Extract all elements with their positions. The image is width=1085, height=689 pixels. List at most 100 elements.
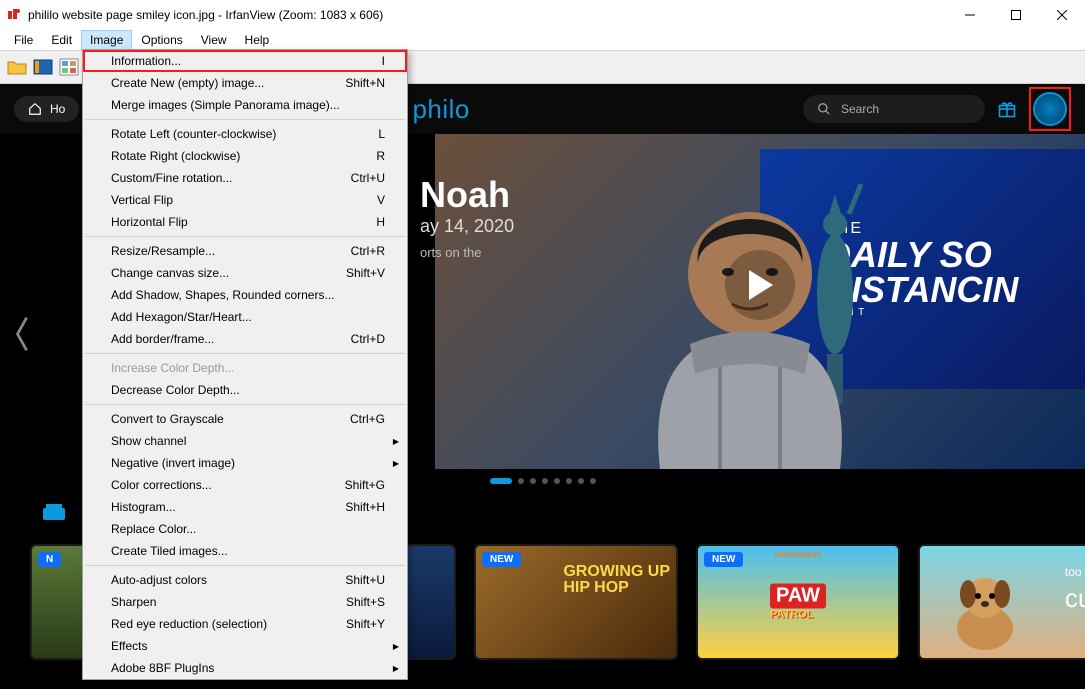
menu-item-add-border-frame[interactable]: Add border/frame...Ctrl+D <box>83 328 407 350</box>
menu-item-label: Color corrections... <box>111 478 345 492</box>
menu-item-label: Negative (invert image) <box>111 456 385 470</box>
menu-edit[interactable]: Edit <box>43 31 80 49</box>
menu-item-shortcut: I <box>382 54 385 68</box>
menu-item-label: Adobe 8BF PlugIns <box>111 661 385 675</box>
menu-item-resize-resample[interactable]: Resize/Resample...Ctrl+R <box>83 240 407 262</box>
profile-avatar[interactable] <box>1033 92 1067 126</box>
thumbnail-card[interactable]: NEW GROWING UPHIP HOP <box>474 544 678 660</box>
batch-icon[interactable] <box>58 56 80 78</box>
menu-item-rotate-right-clockwise[interactable]: Rotate Right (clockwise)R <box>83 145 407 167</box>
menu-item-label: Rotate Left (counter-clockwise) <box>111 127 378 141</box>
new-badge: NEW <box>482 552 521 567</box>
menu-image[interactable]: Image <box>82 31 131 49</box>
menu-item-label: Horizontal Flip <box>111 215 376 229</box>
menu-item-label: Effects <box>111 639 385 653</box>
menu-item-add-hexagon-star-heart[interactable]: Add Hexagon/Star/Heart... <box>83 306 407 328</box>
hero-tagline: orts on the <box>420 245 840 260</box>
tab-all-icon[interactable] <box>40 502 68 524</box>
thumbnail-card[interactable]: toocute <box>918 544 1085 660</box>
menu-item-red-eye-reduction-selection[interactable]: Red eye reduction (selection)Shift+Y <box>83 613 407 635</box>
menu-item-shortcut: R <box>376 149 385 163</box>
prev-hero-button[interactable] <box>12 314 34 357</box>
menu-item-label: Information... <box>111 54 382 68</box>
menu-item-label: Auto-adjust colors <box>111 573 345 587</box>
menu-item-shortcut: Shift+N <box>345 76 385 90</box>
hero-date: ay 14, 2020 <box>420 216 840 237</box>
new-badge: NEW <box>704 552 743 567</box>
menu-item-shortcut: Shift+V <box>346 266 385 280</box>
menu-item-label: Decrease Color Depth... <box>111 383 385 397</box>
menu-help[interactable]: Help <box>237 31 278 49</box>
menu-item-information[interactable]: Information...I <box>83 50 407 72</box>
home-icon <box>28 102 42 116</box>
menu-item-auto-adjust-colors[interactable]: Auto-adjust colorsShift+U <box>83 569 407 591</box>
search-icon <box>817 102 831 116</box>
thumb-title: toocute <box>1065 552 1085 614</box>
slideshow-icon[interactable] <box>32 56 54 78</box>
menu-item-custom-fine-rotation[interactable]: Custom/Fine rotation...Ctrl+U <box>83 167 407 189</box>
menu-separator <box>85 565 405 566</box>
close-button[interactable] <box>1039 0 1085 30</box>
window-title: phililo website page smiley icon.jpg - I… <box>28 8 947 22</box>
menu-item-label: Replace Color... <box>111 522 385 536</box>
thumbnail-card[interactable]: NEWnickelodeonPAWPATROL <box>696 544 900 660</box>
menu-item-label: Red eye reduction (selection) <box>111 617 346 631</box>
menu-item-negative-invert-image[interactable]: Negative (invert image) <box>83 452 407 474</box>
menu-item-sharpen[interactable]: SharpenShift+S <box>83 591 407 613</box>
menu-item-label: Show channel <box>111 434 385 448</box>
menu-separator <box>85 119 405 120</box>
menu-item-add-shadow-shapes-rounded-corners[interactable]: Add Shadow, Shapes, Rounded corners... <box>83 284 407 306</box>
menu-item-rotate-left-counter-clockwise[interactable]: Rotate Left (counter-clockwise)L <box>83 123 407 145</box>
search-placeholder: Search <box>841 102 879 116</box>
menu-item-convert-to-grayscale[interactable]: Convert to GrayscaleCtrl+G <box>83 408 407 430</box>
menu-item-histogram[interactable]: Histogram...Shift+H <box>83 496 407 518</box>
menu-item-merge-images-simple-panorama-image[interactable]: Merge images (Simple Panorama image)... <box>83 94 407 116</box>
menu-item-decrease-color-depth[interactable]: Decrease Color Depth... <box>83 379 407 401</box>
menu-item-adobe-8bf-plugins[interactable]: Adobe 8BF PlugIns <box>83 657 407 679</box>
menu-item-effects[interactable]: Effects <box>83 635 407 657</box>
menu-item-label: Resize/Resample... <box>111 244 351 258</box>
menu-separator <box>85 404 405 405</box>
menu-item-change-canvas-size[interactable]: Change canvas size...Shift+V <box>83 262 407 284</box>
maximize-button[interactable] <box>993 0 1039 30</box>
play-button[interactable] <box>725 250 795 320</box>
menu-view[interactable]: View <box>193 31 235 49</box>
menu-item-shortcut: Shift+Y <box>346 617 385 631</box>
menu-item-shortcut: H <box>376 215 385 229</box>
menu-item-label: Convert to Grayscale <box>111 412 350 426</box>
menu-item-shortcut: L <box>378 127 385 141</box>
menu-item-horizontal-flip[interactable]: Horizontal FlipH <box>83 211 407 233</box>
menu-options[interactable]: Options <box>133 31 190 49</box>
menu-item-shortcut: Ctrl+D <box>351 332 385 346</box>
menu-item-show-channel[interactable]: Show channel <box>83 430 407 452</box>
menu-item-replace-color[interactable]: Replace Color... <box>83 518 407 540</box>
menu-item-shortcut: Ctrl+R <box>351 244 385 258</box>
menu-item-create-new-empty-image[interactable]: Create New (empty) image...Shift+N <box>83 72 407 94</box>
menu-item-shortcut: Ctrl+G <box>350 412 385 426</box>
search-field[interactable]: Search <box>803 95 985 123</box>
new-badge: N <box>38 552 61 567</box>
menu-item-label: Sharpen <box>111 595 346 609</box>
menu-file[interactable]: File <box>6 31 41 49</box>
hero-pagination[interactable] <box>490 478 596 484</box>
menu-item-label: Merge images (Simple Panorama image)... <box>111 98 385 112</box>
menu-item-vertical-flip[interactable]: Vertical FlipV <box>83 189 407 211</box>
menu-item-label: Custom/Fine rotation... <box>111 171 351 185</box>
menu-item-color-corrections[interactable]: Color corrections...Shift+G <box>83 474 407 496</box>
thumb-title: GROWING UPHIP HOP <box>563 564 670 596</box>
profile-annotation-box <box>1029 87 1071 131</box>
app-logo-icon <box>6 7 22 23</box>
thumb-title: PAWPATROL <box>770 584 826 621</box>
menu-item-create-tiled-images[interactable]: Create Tiled images... <box>83 540 407 562</box>
menu-item-increase-color-depth: Increase Color Depth... <box>83 357 407 379</box>
open-icon[interactable] <box>6 56 28 78</box>
menu-item-label: Add Hexagon/Star/Heart... <box>111 310 385 324</box>
home-button[interactable]: Ho <box>14 96 79 122</box>
gift-icon[interactable] <box>997 99 1017 119</box>
minimize-button[interactable] <box>947 0 993 30</box>
menu-item-label: Rotate Right (clockwise) <box>111 149 376 163</box>
menu-item-label: Add Shadow, Shapes, Rounded corners... <box>111 288 385 302</box>
menu-item-shortcut: Ctrl+U <box>351 171 385 185</box>
menu-item-label: Histogram... <box>111 500 345 514</box>
home-label: Ho <box>50 102 65 116</box>
